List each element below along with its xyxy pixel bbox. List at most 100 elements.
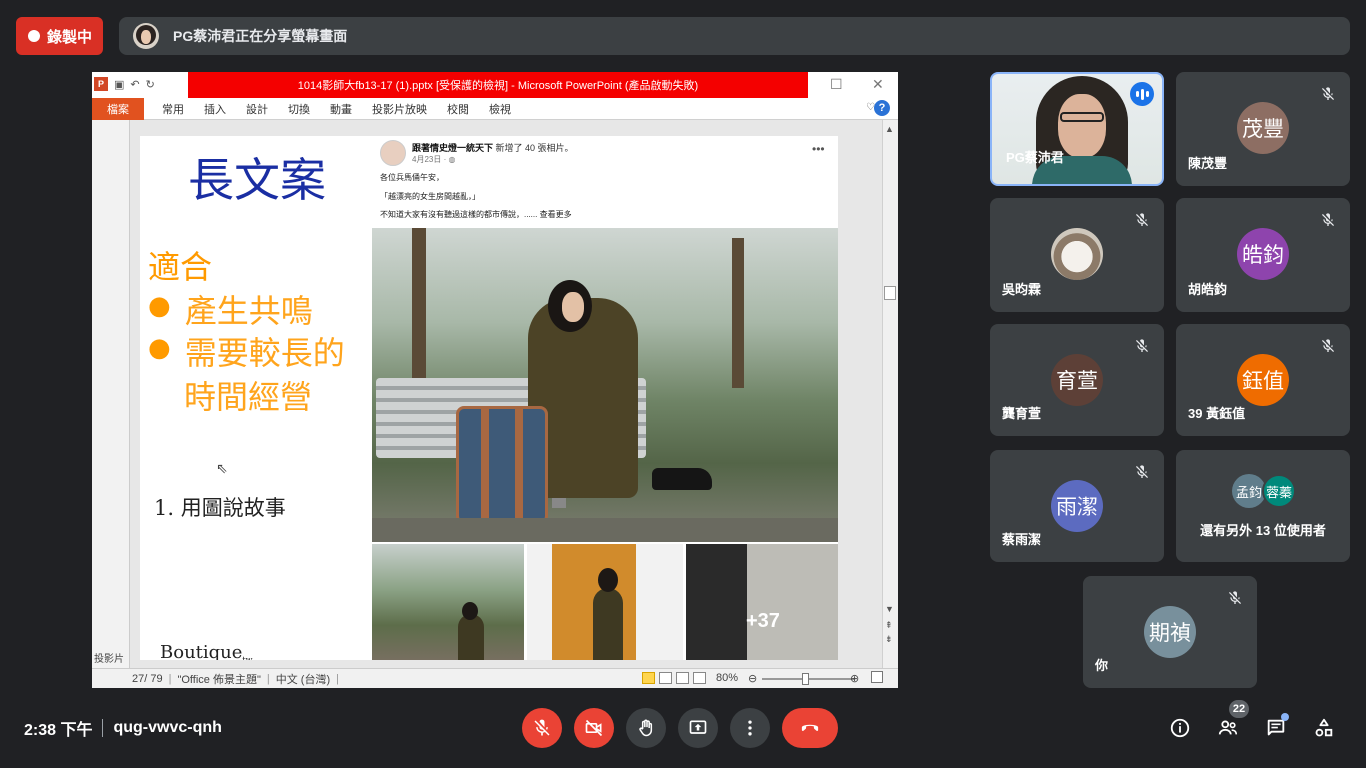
quick-access-toolbar: P ▣ ↶ ↻ [94, 77, 155, 91]
slide-bullet-1: ● 產生共鳴 [148, 286, 313, 332]
mic-off-icon [1134, 338, 1150, 354]
info-icon [1170, 718, 1190, 738]
presenter-avatar [133, 23, 159, 49]
redo-icon: ↻ [145, 78, 155, 91]
meeting-details-button[interactable] [1168, 716, 1192, 740]
slideshow-view-icon [693, 672, 706, 684]
fb-post-header: 跟著情史燈一統天下 新增了 40 張相片。 [412, 141, 574, 154]
save-icon: ▣ [114, 78, 125, 91]
reading-view-icon [676, 672, 689, 684]
fb-author: 跟著情史燈一統天下 [412, 143, 494, 153]
people-icon [1218, 720, 1238, 735]
present-screen-button[interactable] [678, 708, 718, 748]
activities-button[interactable] [1312, 716, 1336, 740]
slide-title: 長文案 [188, 153, 326, 207]
screen-share-banner: PG蔡沛君正在分享螢幕畫面 [119, 17, 1350, 55]
present-screen-icon [689, 720, 707, 734]
screen-share-text: PG蔡沛君正在分享螢幕畫面 [173, 28, 348, 44]
participant-tile[interactable]: 皓鈞 胡皓鈞 [1176, 198, 1350, 312]
meeting-info: 2:38 下午 qug-vwvc-qnh [24, 716, 222, 740]
ribbon-tab-animations: 動畫 [330, 103, 352, 116]
mouse-cursor-icon: ⇖ [216, 460, 228, 476]
mic-off-icon [534, 719, 550, 736]
more-options-icon: ••• [812, 142, 825, 156]
next-slide-icon: ⇟ [885, 634, 893, 644]
undo-icon: ↶ [130, 78, 140, 91]
participant-name: 龔育萱 [1002, 406, 1042, 421]
facebook-post-image: 跟著情史燈一統天下 新增了 40 張相片。 4月23日 · ◍ ••• 各位兵馬… [372, 136, 838, 660]
more-participant-avatar: 孟鈞 [1232, 474, 1266, 508]
fb-text-line-1: 各位兵馬俑午安， [380, 173, 444, 182]
ribbon-tab-view: 檢視 [489, 103, 511, 116]
chat-notification-dot [1281, 713, 1289, 721]
ribbon-tab-home: 常用 [162, 103, 184, 116]
raise-hand-button[interactable] [626, 708, 666, 748]
prev-slide-icon: ⇞ [885, 620, 893, 630]
clock-time: 2:38 下午 [24, 722, 93, 739]
more-participants-tile[interactable]: 孟鈞 蓉蓁 還有另外 13 位使用者 [1176, 450, 1350, 562]
fb-main-photo [372, 228, 838, 542]
participant-name: PG蔡沛君 [1006, 150, 1064, 165]
scroll-down-icon: ▼ [885, 604, 894, 614]
participant-tile-host[interactable]: PG蔡沛君 [990, 72, 1164, 186]
record-dot-icon [28, 30, 40, 42]
fb-date-text: 4月23日 · [412, 155, 449, 164]
fb-action: 新增了 40 張相片。 [495, 143, 574, 153]
slide-sorter-icon [659, 672, 672, 684]
fb-more-photos-count: +37 [746, 610, 780, 632]
slide-suit-heading: 適合 [148, 248, 213, 286]
recording-label: 錄製中 [47, 28, 93, 46]
ribbon-tab-review: 校閱 [447, 103, 469, 116]
zoom-level: 80% [716, 672, 739, 684]
hand-icon [639, 719, 653, 737]
participant-tile[interactable]: 雨潔 蔡雨潔 [990, 450, 1164, 562]
fb-see-more: 查看更多 [539, 210, 572, 219]
slide-canvas: 長文案 適合 ● 產生共鳴 ● 需要較長的 時間經營 ⇖ 1. 用圖說故事 Bo… [140, 136, 838, 660]
slides-tab-label: 投影片 [94, 654, 124, 665]
people-button[interactable] [1216, 716, 1240, 740]
participant-tile[interactable]: 育萱 龔育萱 [990, 324, 1164, 436]
zoom-slider [762, 673, 854, 685]
view-mode-buttons [642, 670, 710, 686]
maximize-icon: ☐ [830, 76, 843, 92]
vertical-scrollbar [882, 120, 898, 668]
fb-photo-thumb-3: +37 [686, 544, 838, 660]
ribbon-tab-insert: 插入 [204, 103, 226, 116]
slide-brand-logo: Boutiquetw [160, 642, 252, 660]
fb-page-avatar [380, 140, 406, 166]
divider [102, 719, 104, 737]
participant-tile[interactable]: 茂豐 陳茂豐 [1176, 72, 1350, 186]
close-icon: ✕ [872, 76, 884, 92]
ribbon-tab-file: 檔案 [92, 97, 144, 120]
participant-avatar: 期禎 [1144, 606, 1196, 658]
more-options-button[interactable] [730, 708, 770, 748]
leave-call-button[interactable] [782, 708, 838, 748]
people-count-badge: 22 [1229, 700, 1249, 718]
participant-name: 吳昀霖 [1002, 282, 1042, 297]
microphone-toggle-button[interactable] [522, 708, 562, 748]
scroll-up-icon: ▲ [885, 124, 894, 134]
participant-avatar: 茂豐 [1237, 102, 1289, 154]
fb-text-line-3: 不知道大家有沒有聽過這樣的都市傳說，...... 查看更多 [380, 209, 572, 220]
participant-tile-self[interactable]: 期禎 你 [1083, 576, 1257, 688]
fb-photo-thumb-2 [527, 544, 683, 660]
mic-off-icon [1320, 212, 1336, 228]
bullet-dot-icon: ● [148, 291, 171, 321]
camera-toggle-button[interactable] [574, 708, 614, 748]
status-page-number: 27/ 79 [132, 672, 163, 685]
fb-text-line-2: 「越漂亮的女生房間越亂，」 [380, 192, 480, 201]
activities-icon [1315, 718, 1333, 737]
participant-name: 陳茂豐 [1188, 156, 1228, 171]
shared-screen: P ▣ ↶ ↻ 1014影師大fb13-17 (1).pptx [受保護的檢視]… [92, 72, 898, 688]
participant-avatar: 雨潔 [1051, 480, 1103, 532]
hang-up-icon [801, 724, 819, 731]
mic-off-icon [1134, 212, 1150, 228]
participant-tile[interactable]: 吳昀霖 [990, 198, 1164, 312]
brand-text: Boutique [160, 642, 243, 660]
participant-tile[interactable]: 鈺值 39 黃鈺值 [1176, 324, 1350, 436]
participant-name: 你 [1095, 658, 1109, 673]
meeting-code: qug-vwvc-qnh [113, 719, 222, 736]
slide-bullet-1-text: 產生共鳴 [184, 292, 313, 330]
recording-button[interactable]: 錄製中 [16, 17, 103, 55]
participant-name: 39 黃鈺值 [1188, 406, 1246, 421]
